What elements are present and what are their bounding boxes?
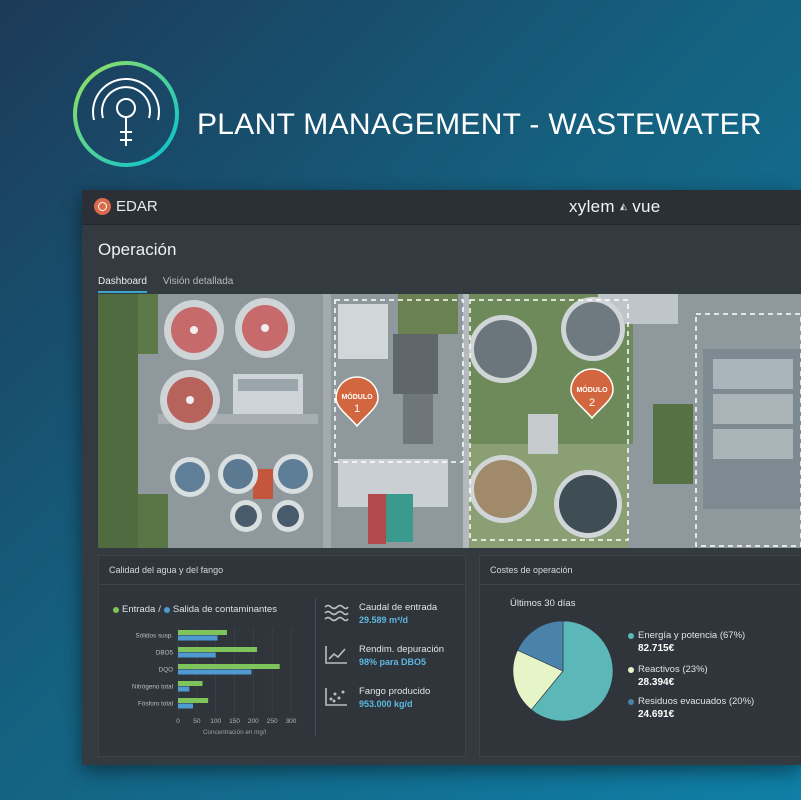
marker-2-label: MÓDULO <box>576 385 608 394</box>
category-label: Sólidos susp. <box>136 633 174 640</box>
trend-up-chart-icon <box>325 646 347 664</box>
pollutant-bar-chart: 0 50 100 150 200 250 300 Sólidos susp. DBO5 DQO Ni… <box>132 628 297 736</box>
costs-pie-chart <box>512 620 614 722</box>
category-label: DQO <box>159 667 173 674</box>
stat-caudal: Caudal de entrada 29.589 m³/d <box>323 602 437 625</box>
marker-1-number: 1 <box>354 403 360 415</box>
app-name: EDAR <box>116 198 158 215</box>
pie-legend-item-residuos: Residuos evacuados (20%) 24.691€ <box>628 696 754 720</box>
pie-legend-item-reactivos: Reactivos (23%) 28.394€ <box>628 664 708 688</box>
bar-salida <box>178 703 194 709</box>
hero-logo <box>70 58 182 170</box>
bar-entrada <box>178 664 280 669</box>
category-label: DBO5 <box>156 650 174 657</box>
legend-entrada: Entrada <box>122 604 156 615</box>
drop-icon: ◭ <box>619 201 628 211</box>
panel-water-quality: Calidad del agua y del fango Entrada / S… <box>98 555 466 757</box>
legend-separator: / <box>158 604 161 615</box>
bar-salida <box>178 686 190 692</box>
bar-entrada <box>178 698 209 703</box>
legend-salida: Salida de contaminantes <box>172 604 277 615</box>
bar-entrada <box>178 630 227 635</box>
x-tick-label: 100 <box>210 718 221 725</box>
xylem-vue-logo: xylem ◭ vue <box>569 197 661 216</box>
panel-title: Costes de operación <box>490 565 573 575</box>
x-tick-label: 250 <box>267 718 278 725</box>
category-label: Nitrógeno total <box>132 684 173 691</box>
app-window: EDAR xylem ◭ vue Operación Dashboard Vis… <box>82 190 801 765</box>
legend-dot-salida <box>163 606 170 613</box>
bar-salida <box>178 635 218 641</box>
panel-operating-costs: Costes de operación Últimos 30 días Ener… <box>479 555 801 757</box>
marker-1-label: MÓDULO <box>341 392 373 401</box>
bar-entrada <box>178 681 203 686</box>
bar-entrada <box>178 647 258 652</box>
panel-title: Calidad del agua y del fango <box>109 565 224 575</box>
bar-salida <box>178 669 252 675</box>
x-tick-label: 300 <box>286 718 297 725</box>
tab-dashboard[interactable]: Dashboard <box>98 276 147 293</box>
plant-aerial-map[interactable]: MÓDULO 1 MÓDULO 2 <box>98 294 801 548</box>
bar-salida <box>178 652 216 658</box>
stat-fango: Fango producido 953.000 kg/d <box>323 686 430 709</box>
edar-logo-icon <box>94 198 111 215</box>
x-tick-label: 50 <box>193 718 201 725</box>
pie-legend-item-energia: Energía y potencia (67%) 82.715€ <box>628 630 745 654</box>
x-tick-label: 150 <box>229 718 240 725</box>
app-brand[interactable]: EDAR <box>94 198 158 215</box>
marker-2-number: 2 <box>589 397 595 409</box>
x-tick-label: 0 <box>176 718 180 725</box>
stat-rendimiento: Rendim. depuración 98% para DBO5 <box>323 644 444 667</box>
hero-title: PLANT MANAGEMENT - WASTEWATER <box>197 108 762 141</box>
chart-legend: Entrada / Salida de contaminantes <box>113 604 277 615</box>
scatter-dots-icon <box>325 688 347 706</box>
tab-bar: Dashboard Visión detallada <box>98 276 233 293</box>
page-title: Operación <box>98 240 177 259</box>
category-label: Fósforo total <box>138 701 173 708</box>
period-label: Últimos 30 días <box>510 598 576 609</box>
app-header: EDAR xylem ◭ vue <box>82 190 801 225</box>
legend-dot-entrada <box>113 606 119 613</box>
waves-icon <box>324 604 349 622</box>
x-axis-label: Concentración en mg/l <box>203 729 266 736</box>
water-drop-gauge-icon <box>73 61 179 167</box>
tab-vision-detallada[interactable]: Visión detallada <box>163 276 233 293</box>
x-tick-label: 200 <box>248 718 259 725</box>
